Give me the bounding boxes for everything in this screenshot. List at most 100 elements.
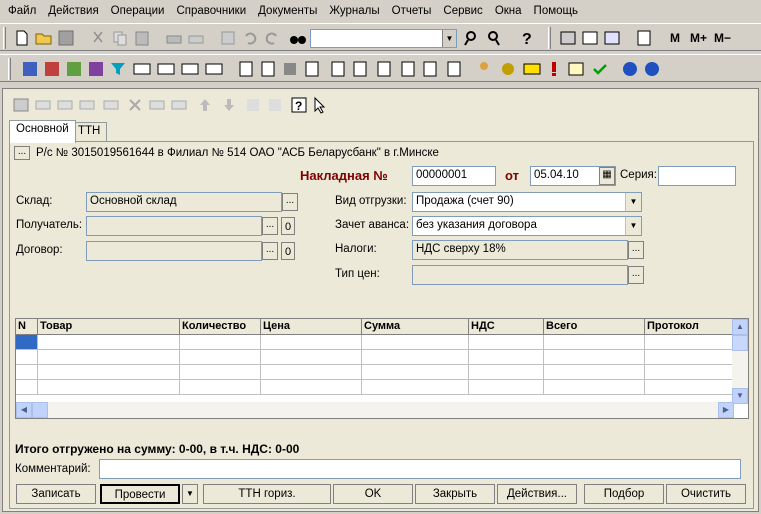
table-cell[interactable] <box>261 365 362 380</box>
table-cell[interactable] <box>362 365 469 380</box>
menu-operations[interactable]: Операции <box>105 0 171 22</box>
memory-plus-button[interactable]: M+ <box>690 31 707 45</box>
close-button[interactable]: Закрыть <box>415 484 495 504</box>
table-cell[interactable] <box>16 350 38 365</box>
report-icon[interactable] <box>302 59 322 79</box>
open-folder-icon[interactable] <box>34 28 54 48</box>
documents-journal-icon[interactable] <box>86 59 106 79</box>
text-report-icon[interactable] <box>328 59 348 79</box>
scroll-left-icon[interactable]: ◀ <box>16 402 32 418</box>
arrow-up-icon[interactable] <box>195 95 215 115</box>
price-type-field[interactable] <box>412 265 628 285</box>
ttn-horizontal-button[interactable]: ТТН гориз. <box>203 484 331 504</box>
add-row-icon[interactable] <box>33 95 53 115</box>
menu-documents[interactable]: Документы <box>252 0 323 22</box>
menu-references[interactable]: Справочники <box>170 0 252 22</box>
sort-asc-icon[interactable] <box>243 95 263 115</box>
calendar-icon[interactable] <box>580 28 600 48</box>
invoice-number-field[interactable]: 00000001 <box>412 166 496 186</box>
undo-icon[interactable] <box>240 28 260 48</box>
menu-service[interactable]: Сервис <box>437 0 488 22</box>
notes-icon[interactable] <box>602 28 622 48</box>
horizontal-scrollbar[interactable]: ◀ ▶ <box>16 402 734 418</box>
column-header[interactable]: Сумма <box>362 319 469 335</box>
advance-offset-select[interactable]: без указания договора ▼ <box>412 216 642 236</box>
insert-row-icon[interactable] <box>147 95 167 115</box>
search-combo[interactable]: ▼ <box>310 29 457 48</box>
table-cell[interactable] <box>645 335 733 350</box>
table-row[interactable] <box>16 365 733 380</box>
table-cell[interactable] <box>16 365 38 380</box>
column-header[interactable]: Товар <box>38 319 180 335</box>
chevron-down-icon[interactable]: ▼ <box>625 193 641 211</box>
selection-button[interactable]: Подбор <box>584 484 664 504</box>
print-icon[interactable] <box>164 28 184 48</box>
paste-icon[interactable] <box>132 28 152 48</box>
bank-account-select-button[interactable]: ... <box>14 146 30 160</box>
table-cell[interactable] <box>180 365 261 380</box>
column-header[interactable]: НДС <box>469 319 544 335</box>
scroll-down-icon[interactable]: ▼ <box>732 388 748 404</box>
book-icon[interactable] <box>634 28 654 48</box>
search-prev-icon[interactable] <box>484 28 504 48</box>
save-button[interactable]: Записать <box>16 484 96 504</box>
ok-button[interactable]: OK <box>333 484 413 504</box>
filter-icon[interactable] <box>108 59 128 79</box>
table-cell[interactable] <box>645 350 733 365</box>
recipient-open-button[interactable]: 0 <box>281 217 295 235</box>
table-cell[interactable] <box>180 350 261 365</box>
toolbar-grip[interactable] <box>8 58 11 80</box>
vertical-scrollbar[interactable]: ▲ ▼ <box>732 319 748 404</box>
chart-report-icon[interactable] <box>444 59 464 79</box>
table-cell[interactable] <box>469 350 544 365</box>
invoice-icon[interactable] <box>204 59 224 79</box>
table-cell[interactable] <box>38 350 180 365</box>
scroll-up-icon[interactable]: ▲ <box>732 319 748 335</box>
text-report-icon[interactable] <box>374 59 394 79</box>
menu-actions[interactable]: Действия <box>42 0 104 22</box>
toolbar-grip[interactable] <box>3 27 6 49</box>
exclamation-icon[interactable] <box>544 59 564 79</box>
table-cell[interactable] <box>645 380 733 395</box>
clear-button[interactable]: Очистить <box>666 484 746 504</box>
scroll-thumb[interactable] <box>32 402 48 418</box>
calculator-icon[interactable] <box>558 28 578 48</box>
series-field[interactable] <box>658 166 736 186</box>
menu-help[interactable]: Помощь <box>528 0 584 22</box>
table-row[interactable] <box>16 350 733 365</box>
text-report-icon[interactable] <box>350 59 370 79</box>
menu-journals[interactable]: Журналы <box>323 0 385 22</box>
report-icon[interactable] <box>398 59 418 79</box>
cash-receipt-icon[interactable] <box>156 59 176 79</box>
scroll-right-icon[interactable]: ▶ <box>718 402 734 418</box>
table-cell[interactable] <box>180 335 261 350</box>
chevron-down-icon[interactable]: ▼ <box>625 217 641 235</box>
contract-open-button[interactable]: 0 <box>281 242 295 260</box>
recipient-field[interactable] <box>86 216 262 236</box>
column-header[interactable]: Всего <box>544 319 645 335</box>
new-document-icon[interactable] <box>12 28 32 48</box>
chevron-down-icon[interactable]: ▼ <box>182 484 198 504</box>
memory-m-button[interactable]: M <box>670 31 680 45</box>
copy-icon[interactable] <box>110 28 130 48</box>
comment-field[interactable] <box>99 459 741 479</box>
contract-field[interactable] <box>86 241 262 261</box>
save-icon[interactable] <box>56 28 76 48</box>
table-cell[interactable] <box>362 380 469 395</box>
table-cell[interactable] <box>38 335 180 350</box>
post-button[interactable]: Провести <box>100 484 180 504</box>
checkerboard-icon[interactable] <box>280 59 300 79</box>
table-cell[interactable] <box>180 380 261 395</box>
column-header[interactable]: Количество <box>180 319 261 335</box>
chart-of-accounts-icon[interactable] <box>20 59 40 79</box>
globe-icon[interactable] <box>642 59 662 79</box>
tools-icon[interactable] <box>498 59 518 79</box>
table-cell[interactable] <box>544 365 645 380</box>
report-icon[interactable] <box>236 59 256 79</box>
toolbar-grip[interactable] <box>548 27 551 49</box>
actions-button[interactable]: Действия... <box>497 484 577 504</box>
table-cell[interactable] <box>362 335 469 350</box>
redo-icon[interactable] <box>262 28 282 48</box>
column-header[interactable]: N <box>16 319 38 335</box>
table-cell[interactable] <box>469 365 544 380</box>
